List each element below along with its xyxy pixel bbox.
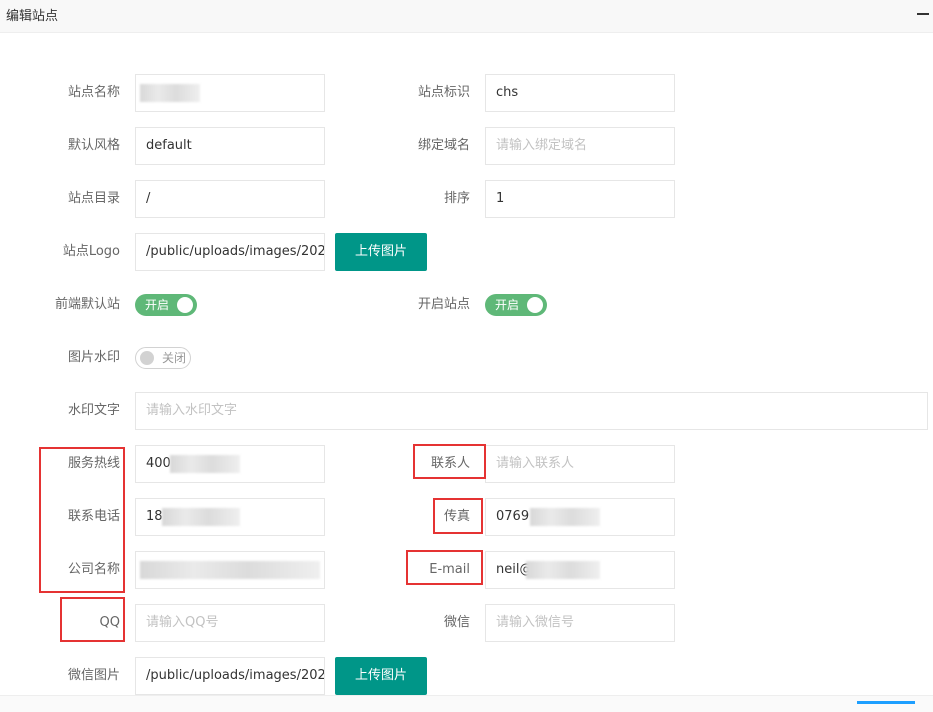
default-style-input[interactable]: default <box>135 127 325 165</box>
site-id-label: 站点标识 <box>417 85 470 100</box>
switch-knob <box>527 297 543 313</box>
frontend-default-label: 前端默认站 <box>54 297 120 312</box>
frontend-default-switch[interactable]: 开启 <box>135 294 197 316</box>
redacted-fax <box>530 508 600 526</box>
watermark-label: 图片水印 <box>67 350 120 365</box>
highlight-box-fax <box>433 498 483 534</box>
site-logo-input[interactable]: /public/uploads/images/2020 <box>135 233 325 271</box>
highlight-box-qq <box>60 597 125 642</box>
watermark-switch[interactable]: 关闭 <box>135 347 191 369</box>
wechat-image-label: 微信图片 <box>67 668 120 683</box>
watermark-text-label: 水印文字 <box>67 403 120 418</box>
upload-wechat-image-button[interactable]: 上传图片 <box>335 657 427 695</box>
wechat-input[interactable]: 请输入微信号 <box>485 604 675 642</box>
scrollbar-thumb[interactable] <box>857 701 915 704</box>
sort-label: 排序 <box>443 191 470 206</box>
site-logo-label: 站点Logo <box>62 244 120 259</box>
redacted-company <box>140 561 320 579</box>
switch-knob <box>140 351 154 365</box>
window-titlebar: 编辑站点 <box>0 0 933 33</box>
site-dir-label: 站点目录 <box>67 191 120 206</box>
site-id-input[interactable]: chs <box>485 74 675 112</box>
highlight-box-left-group <box>39 447 125 593</box>
redacted-hotline <box>170 455 240 473</box>
sort-input[interactable]: 1 <box>485 180 675 218</box>
bind-domain-input[interactable]: 请输入绑定域名 <box>485 127 675 165</box>
frontend-default-state: 开启 <box>145 298 170 312</box>
redacted-email <box>526 561 600 579</box>
edit-site-form: 站点名称 站点标识 chs 默认风格 default 绑定域名 请输入绑定域名 … <box>0 33 933 712</box>
highlight-box-contact-person <box>413 444 486 479</box>
upload-logo-button[interactable]: 上传图片 <box>335 233 427 271</box>
redacted-site-name <box>140 84 200 102</box>
watermark-state: 关闭 <box>162 351 187 365</box>
horizontal-scrollbar[interactable] <box>0 695 933 712</box>
site-name-label: 站点名称 <box>67 85 120 100</box>
minimize-icon[interactable] <box>917 13 929 15</box>
contact-person-input[interactable]: 请输入联系人 <box>485 445 675 483</box>
bind-domain-label: 绑定域名 <box>417 138 470 153</box>
site-dir-input[interactable]: / <box>135 180 325 218</box>
switch-knob <box>177 297 193 313</box>
watermark-text-input[interactable]: 请输入水印文字 <box>135 392 928 430</box>
default-style-label: 默认风格 <box>67 138 120 153</box>
redacted-phone <box>162 508 240 526</box>
qq-input[interactable]: 请输入QQ号 <box>135 604 325 642</box>
wechat-image-input[interactable]: /public/uploads/images/2020 <box>135 657 325 695</box>
enable-site-switch[interactable]: 开启 <box>485 294 547 316</box>
enable-site-state: 开启 <box>495 298 520 312</box>
enable-site-label: 开启站点 <box>417 297 470 312</box>
window-title: 编辑站点 <box>6 9 59 24</box>
highlight-box-email <box>406 550 483 585</box>
wechat-label: 微信 <box>443 615 470 630</box>
